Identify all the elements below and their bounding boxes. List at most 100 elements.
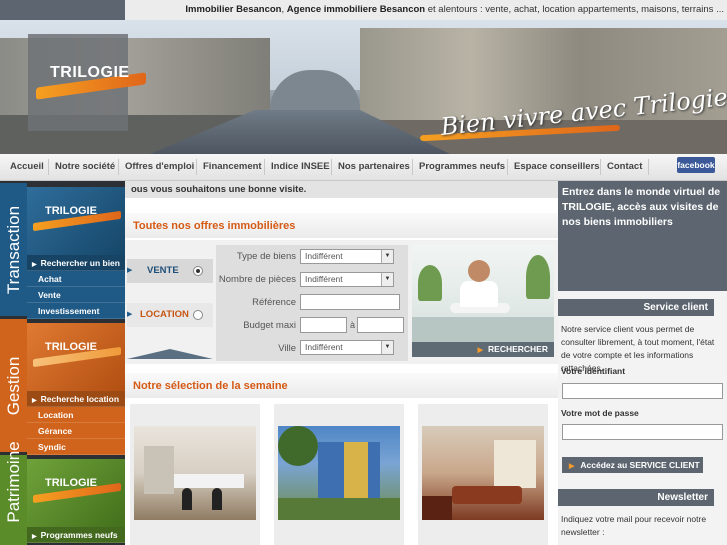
tab-location[interactable]: ▶ LOCATION (127, 303, 213, 327)
selection-header: Notre sélection de la semaine (125, 373, 558, 398)
nav-offres-emploi[interactable]: Offres d'emploi (125, 161, 194, 172)
section-patrimoine-menu: Programmes neufs (27, 527, 125, 543)
nav-separator (507, 159, 508, 175)
section-gestion-logo[interactable]: TRILOGIE (27, 323, 125, 391)
page: Immobilier Besancon, Agence immobiliere … (0, 0, 727, 545)
site-tagline: Immobilier Besancon, Agence immobiliere … (130, 4, 724, 15)
nav-separator (600, 159, 601, 175)
radio-location[interactable] (193, 310, 203, 320)
virtual-tour-promo[interactable]: Entrez dans le monde virtuel de TRILOGIE… (558, 181, 727, 291)
newsletter-description: Indiquez votre mail pour recevoir notre … (561, 514, 707, 537)
identifiant-label: Votre identifiant (561, 366, 626, 376)
section-transaction: Transaction TRILOGIE Rechercher un bien … (0, 183, 125, 319)
nav-espace-conseillers[interactable]: Espace conseillers (514, 161, 600, 172)
left-sidebar: Transaction TRILOGIE Rechercher un bien … (0, 181, 125, 545)
tab-vente[interactable]: ▶ VENTE (127, 259, 213, 283)
nav-notre-societe[interactable]: Notre société (55, 161, 115, 172)
property-card[interactable] (130, 404, 260, 545)
photo-detail (144, 446, 174, 494)
nav-partenaires[interactable]: Nos partenaires (338, 161, 410, 172)
nav-indice-insee[interactable]: Indice INSEE (271, 161, 330, 172)
nav-separator (118, 159, 119, 175)
identifiant-input[interactable] (562, 383, 723, 399)
section-patrimoine-tab[interactable]: Patrimoine (0, 441, 27, 545)
nav-separator (648, 159, 649, 175)
section-patrimoine-logo[interactable]: TRILOGIE (27, 459, 125, 527)
tab-location-label: LOCATION (140, 309, 189, 320)
tab-vente-label: VENTE (147, 265, 179, 276)
tagline-rest: et alentours : vente, achat, location ap… (425, 4, 724, 15)
menu-location[interactable]: Location (27, 407, 125, 423)
menu-vente[interactable]: Vente (27, 287, 125, 303)
nav-programmes-neufs[interactable]: Programmes neufs (419, 161, 505, 172)
site-logo[interactable]: TRILOGIE (28, 34, 146, 131)
section-transaction-logo[interactable]: TRILOGIE (27, 187, 125, 255)
radio-vente[interactable] (193, 266, 203, 276)
photo-detail (452, 486, 522, 504)
tab-footer-decoration (127, 349, 213, 359)
photo-detail (278, 498, 400, 520)
nav-accueil[interactable]: Accueil (10, 161, 44, 172)
person-body (460, 281, 498, 307)
menu-syndic[interactable]: Syndic (27, 439, 125, 455)
rooms-label: Nombre de pièces (218, 274, 296, 285)
top-bar: Immobilier Besancon, Agence immobiliere … (0, 0, 727, 20)
photo-detail (278, 426, 318, 466)
property-photo-kitchen[interactable] (134, 426, 256, 520)
budget-min-input[interactable] (300, 317, 347, 333)
photo-detail (422, 496, 452, 520)
property-photo-building[interactable] (278, 426, 400, 520)
menu-recherche-location[interactable]: Recherche location (27, 391, 125, 407)
menu-investissement[interactable]: Investissement (27, 303, 125, 319)
header-banner: TRILOGIE Bien vivre avec Trilogie (0, 20, 727, 154)
search-illustration (412, 245, 554, 355)
city-label: Ville (278, 343, 296, 354)
rooms-select[interactable]: Indifférent ▼ (300, 272, 394, 287)
menu-rechercher-bien[interactable]: Rechercher un bien (27, 255, 125, 271)
triangle-right-icon: ▶ (569, 463, 575, 470)
facebook-button[interactable]: facebook (677, 157, 715, 173)
logo-text: TRILOGIE (45, 341, 97, 353)
budget-max-input[interactable] (357, 317, 404, 333)
chevron-down-icon: ▼ (381, 341, 393, 354)
nav-separator (412, 159, 413, 175)
search-button[interactable]: ▶ RECHERCHER (412, 342, 554, 357)
property-card[interactable] (274, 404, 404, 545)
section-patrimoine: Patrimoine TRILOGIE Programmes neufs (0, 441, 125, 545)
type-label: Type de biens (236, 251, 296, 262)
reference-input[interactable] (300, 294, 400, 310)
property-photo-dining[interactable] (422, 426, 544, 520)
section-gestion-tab[interactable]: Gestion (0, 319, 27, 452)
section-transaction-tab[interactable]: Transaction (0, 183, 27, 316)
budget-label: Budget maxi (243, 320, 296, 331)
selection-title: Notre sélection de la semaine (133, 380, 288, 392)
property-card[interactable] (418, 404, 548, 545)
chevron-down-icon: ▼ (381, 273, 393, 286)
search-mode-tabs: ▶ VENTE ▶ LOCATION (127, 245, 213, 359)
menu-gerance[interactable]: Gérance (27, 423, 125, 439)
menu-programmes-neufs[interactable]: Programmes neufs (27, 527, 125, 543)
nav-separator (196, 159, 197, 175)
photo-detail (182, 488, 192, 510)
city-select-value: Indifférent (305, 342, 343, 352)
person-head (468, 260, 490, 282)
nav-financement[interactable]: Financement (203, 161, 262, 172)
nav-contact[interactable]: Contact (607, 161, 642, 172)
menu-achat[interactable]: Achat (27, 271, 125, 287)
service-client-access-button[interactable]: ▶ Accédez au SERVICE CLIENT (562, 457, 703, 473)
photo-detail (494, 440, 536, 488)
budget-separator: à (350, 320, 356, 330)
type-select-value: Indifférent (305, 251, 343, 261)
nav-separator (331, 159, 332, 175)
triangle-right-icon: ▶ (127, 267, 133, 274)
section-transaction-title: Transaction (3, 205, 23, 294)
type-select[interactable]: Indifférent ▼ (300, 249, 394, 264)
newsletter-header: Newsletter (558, 489, 714, 506)
section-gestion: Gestion TRILOGIE Recherche location Loca… (0, 319, 125, 455)
city-select[interactable]: Indifférent ▼ (300, 340, 394, 355)
password-input[interactable] (562, 424, 723, 440)
offers-title: Toutes nos offres immobilières (133, 220, 296, 232)
main-nav: Accueil Notre société Offres d'emploi Fi… (0, 154, 727, 181)
service-client-access-label: Accédez au SERVICE CLIENT (580, 460, 700, 470)
plant-illustration (418, 265, 442, 301)
